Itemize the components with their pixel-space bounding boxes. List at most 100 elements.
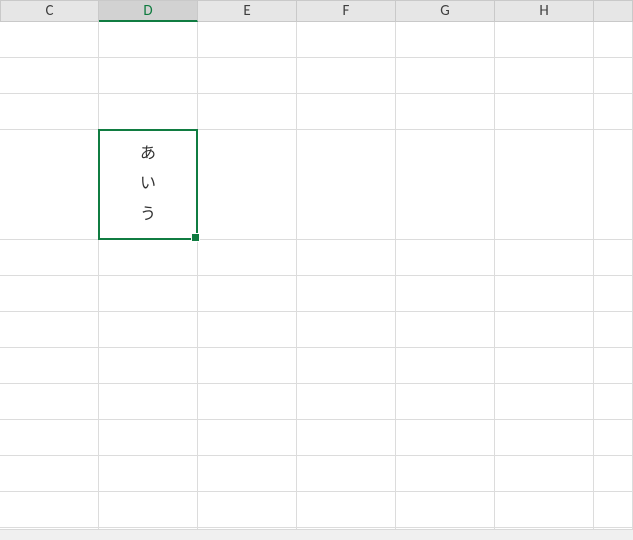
cell[interactable] (594, 240, 633, 276)
cell[interactable] (198, 276, 297, 312)
column-header-E[interactable]: E (198, 0, 297, 22)
cell[interactable] (495, 94, 594, 130)
cell[interactable] (495, 420, 594, 456)
column-header-D[interactable]: D (99, 0, 198, 22)
cell[interactable] (0, 58, 99, 94)
cell[interactable] (99, 240, 198, 276)
cell[interactable] (0, 22, 99, 58)
row (0, 456, 633, 492)
cell[interactable] (0, 420, 99, 456)
cell[interactable] (99, 22, 198, 58)
cell[interactable] (396, 58, 495, 94)
cell[interactable] (99, 276, 198, 312)
cell[interactable] (297, 492, 396, 528)
cell[interactable] (594, 130, 633, 240)
cell[interactable] (0, 94, 99, 130)
cell[interactable] (396, 94, 495, 130)
cell[interactable] (99, 348, 198, 384)
cell[interactable] (0, 384, 99, 420)
horizontal-scrollbar[interactable] (0, 529, 633, 540)
row (0, 58, 633, 94)
cell[interactable] (594, 312, 633, 348)
cell[interactable] (396, 492, 495, 528)
cell[interactable] (495, 276, 594, 312)
cell[interactable] (396, 276, 495, 312)
cell[interactable] (198, 312, 297, 348)
cell[interactable] (297, 240, 396, 276)
cell[interactable] (99, 420, 198, 456)
cell[interactable] (0, 240, 99, 276)
cell[interactable] (594, 384, 633, 420)
cell[interactable] (198, 58, 297, 94)
active-cell[interactable]: あ い う (98, 129, 198, 240)
cell[interactable] (297, 384, 396, 420)
cell[interactable] (99, 384, 198, 420)
cell[interactable] (495, 240, 594, 276)
cell[interactable] (495, 492, 594, 528)
cell[interactable] (99, 58, 198, 94)
cell-line: う (140, 200, 156, 230)
cell[interactable] (0, 456, 99, 492)
cell[interactable] (99, 456, 198, 492)
column-header-F[interactable]: F (297, 0, 396, 22)
cell[interactable] (198, 348, 297, 384)
cell[interactable] (297, 276, 396, 312)
cell[interactable] (495, 130, 594, 240)
cell[interactable] (297, 22, 396, 58)
cell[interactable] (297, 94, 396, 130)
column-header-H[interactable]: H (495, 0, 594, 22)
cell[interactable] (594, 94, 633, 130)
cell[interactable] (396, 130, 495, 240)
cell[interactable] (594, 492, 633, 528)
cell[interactable] (495, 22, 594, 58)
column-header-G[interactable]: G (396, 0, 495, 22)
cell[interactable] (594, 456, 633, 492)
cell[interactable] (594, 276, 633, 312)
cell[interactable] (0, 312, 99, 348)
cell[interactable] (297, 420, 396, 456)
cell[interactable] (198, 492, 297, 528)
column-header-C[interactable]: C (0, 0, 99, 22)
cell[interactable] (495, 348, 594, 384)
column-header-tail[interactable] (594, 0, 633, 22)
cell[interactable] (297, 312, 396, 348)
cell-grid[interactable] (0, 22, 633, 530)
cell[interactable] (99, 94, 198, 130)
cell[interactable] (0, 276, 99, 312)
cell[interactable] (99, 312, 198, 348)
cell[interactable] (396, 420, 495, 456)
cell[interactable] (495, 384, 594, 420)
cell[interactable] (0, 130, 99, 240)
cell[interactable] (495, 58, 594, 94)
cell[interactable] (198, 94, 297, 130)
cell[interactable] (594, 420, 633, 456)
cell[interactable] (198, 22, 297, 58)
cell[interactable] (198, 420, 297, 456)
cell[interactable] (495, 456, 594, 492)
row (0, 420, 633, 456)
cell[interactable] (396, 22, 495, 58)
cell[interactable] (198, 240, 297, 276)
fill-handle[interactable] (191, 233, 200, 242)
cell[interactable] (297, 348, 396, 384)
cell[interactable] (396, 456, 495, 492)
cell[interactable] (594, 348, 633, 384)
row (0, 492, 633, 528)
cell[interactable] (297, 130, 396, 240)
cell-line: あ (140, 139, 156, 169)
cell[interactable] (297, 58, 396, 94)
cell[interactable] (0, 348, 99, 384)
cell[interactable] (99, 492, 198, 528)
cell[interactable] (396, 312, 495, 348)
cell[interactable] (396, 240, 495, 276)
cell[interactable] (198, 456, 297, 492)
cell[interactable] (594, 58, 633, 94)
cell[interactable] (0, 492, 99, 528)
cell[interactable] (495, 312, 594, 348)
cell[interactable] (396, 348, 495, 384)
cell[interactable] (396, 384, 495, 420)
cell[interactable] (297, 456, 396, 492)
cell[interactable] (198, 130, 297, 240)
cell[interactable] (594, 22, 633, 58)
cell[interactable] (198, 384, 297, 420)
